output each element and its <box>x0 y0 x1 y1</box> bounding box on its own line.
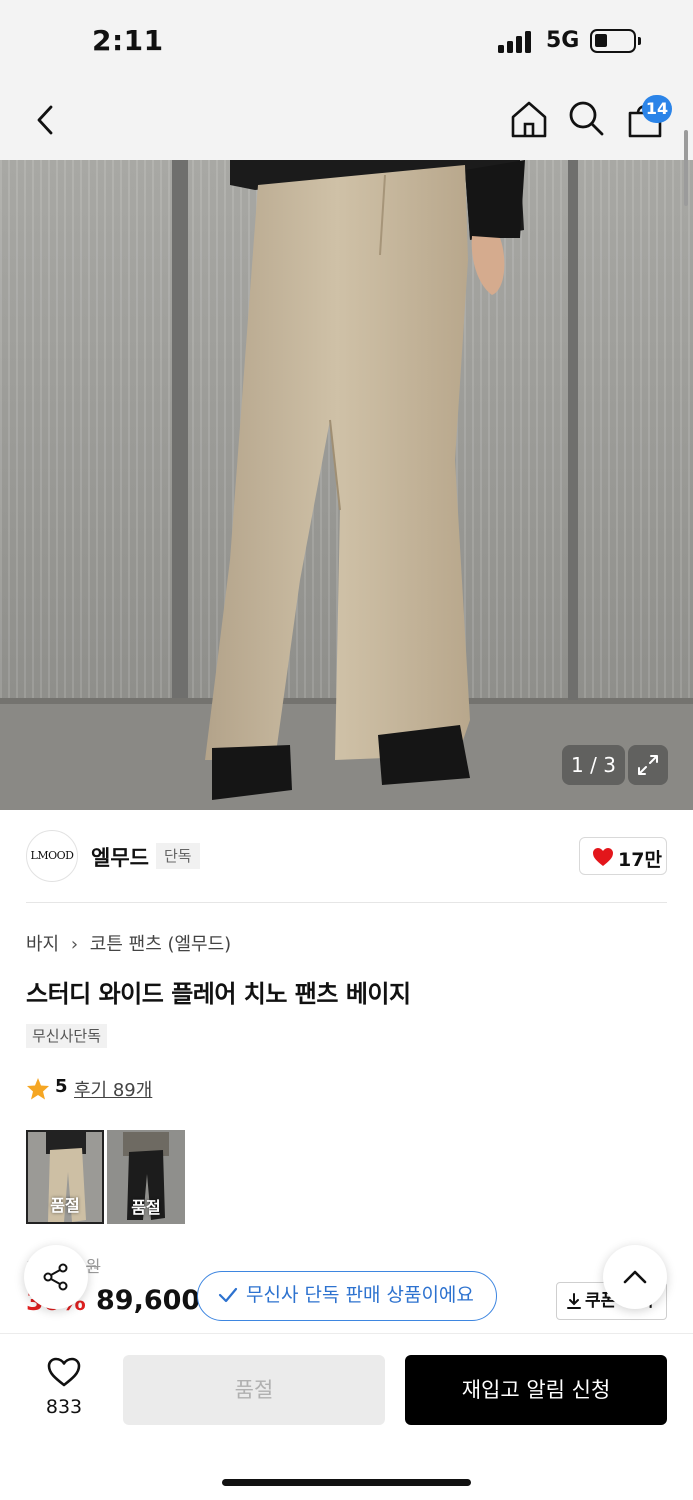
exclusive-toast: 무신사 단독 판매 상품이에요 <box>197 1271 497 1321</box>
product-title: 스터디 와이드 플레어 치노 팬츠 베이지 <box>26 980 411 1008</box>
cart-count-badge: 14 <box>642 95 672 123</box>
breadcrumb-category[interactable]: 바지 <box>26 934 59 955</box>
download-icon <box>567 1293 581 1309</box>
share-icon <box>43 1263 68 1291</box>
color-option-beige[interactable]: 품절 <box>26 1130 104 1224</box>
restock-alert-button[interactable]: 재입고 알림 신청 <box>405 1355 667 1425</box>
review-count-link[interactable]: 후기 89개 <box>74 1076 152 1102</box>
divider <box>26 902 667 903</box>
toast-text: 무신사 단독 판매 상품이에요 <box>246 1284 474 1306</box>
signal-icon <box>498 31 534 53</box>
battery-icon <box>590 29 641 53</box>
chevron-right-icon: › <box>70 934 79 955</box>
image-counter: 1 / 3 <box>562 745 625 785</box>
brand-like-count: 17만 <box>618 849 662 871</box>
network-label: 5G <box>546 28 580 53</box>
exclusive-badge: 단독 <box>156 843 200 869</box>
scroll-top-button[interactable] <box>603 1245 667 1309</box>
rating-score: 5 <box>55 1076 68 1097</box>
status-time: 2:11 <box>92 24 164 57</box>
option-soldout-label: 품절 <box>50 1196 80 1215</box>
heart-filled-icon <box>593 848 613 866</box>
home-icon <box>511 101 547 138</box>
star-icon <box>27 1078 49 1100</box>
brand-name[interactable]: 엘무드 <box>91 842 149 872</box>
brand-logo[interactable]: LMOOD <box>26 830 78 882</box>
heart-outline-icon <box>47 1357 81 1387</box>
wishlist-button[interactable]: 833 <box>26 1356 102 1424</box>
top-nav <box>0 82 693 160</box>
expand-icon <box>638 755 658 775</box>
brand-like-button[interactable]: 17만 <box>579 837 667 875</box>
home-indicator <box>222 1479 471 1486</box>
exclusive-tag: 무신사단독 <box>26 1024 108 1048</box>
back-button[interactable] <box>28 100 64 140</box>
search-button[interactable] <box>566 98 606 138</box>
product-image[interactable] <box>0 160 693 810</box>
check-icon <box>218 1287 238 1303</box>
sale-price: 89,600 <box>96 1285 201 1316</box>
product-photo <box>0 160 693 810</box>
wishlist-count: 833 <box>45 1396 83 1418</box>
option-soldout-label: 품절 <box>131 1198 161 1217</box>
breadcrumb-subcategory[interactable]: 코튼 팬츠 (엘무드) <box>90 934 231 955</box>
chevron-left-icon <box>37 105 53 135</box>
breadcrumb: 바지 › 코튼 팬츠 (엘무드) <box>26 930 231 956</box>
status-bar: 2:11 5G <box>0 0 693 82</box>
share-button[interactable] <box>24 1245 88 1309</box>
scroll-indicator <box>684 130 688 206</box>
color-option-black[interactable]: 품절 <box>107 1130 185 1224</box>
fullscreen-button[interactable] <box>628 745 668 785</box>
search-icon <box>569 101 604 136</box>
home-button[interactable] <box>508 98 550 140</box>
chevron-up-icon <box>623 1270 647 1284</box>
sold-out-button: 품절 <box>123 1355 385 1425</box>
